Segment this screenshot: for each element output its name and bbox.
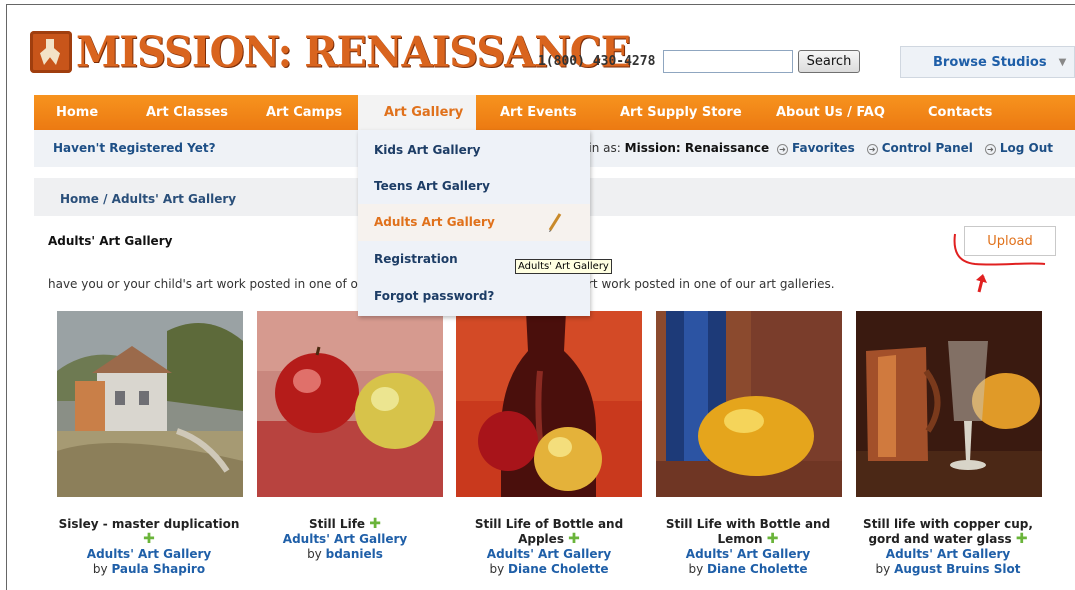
search-input[interactable]	[663, 50, 793, 73]
add-favorite-icon[interactable]: ✚	[1016, 531, 1028, 547]
tooltip: Adults' Art Gallery	[515, 259, 612, 274]
page-title: Adults' Art Gallery	[48, 234, 173, 248]
artwork-caption-2: Still Life ✚ Adults' Art Gallery by bdan…	[250, 517, 440, 562]
pencil-cursor-icon	[548, 213, 562, 232]
intro-text-left: have you or your child's art work posted…	[48, 277, 366, 291]
arrow-right-icon: ➜	[984, 144, 996, 155]
logo-text: MISSION: RENAISSANCE	[76, 27, 631, 77]
search-button[interactable]: Search	[798, 50, 860, 73]
artwork-title-4[interactable]: Still Life with Bottle and Lemon ✚	[653, 517, 843, 547]
artwork-author-5: by August Bruins Slot	[853, 562, 1043, 577]
logged-user: Mission: Renaissance	[624, 141, 770, 155]
artwork-thumbnail-1[interactable]	[57, 311, 243, 497]
artwork-gallery-link-3[interactable]: Adults' Art Gallery	[454, 547, 644, 562]
menu-item-kids-art-gallery[interactable]: Kids Art Gallery	[358, 132, 590, 169]
artwork-thumbnail-3[interactable]	[456, 311, 642, 497]
site-logo[interactable]: MISSION: RENAISSANCE	[30, 26, 631, 78]
add-favorite-icon[interactable]: ✚	[369, 516, 381, 532]
menu-item-forgot-password[interactable]: Forgot password?	[358, 278, 590, 315]
nav-art-gallery[interactable]: Art Gallery	[358, 95, 476, 130]
nav-art-camps[interactable]: Art Camps	[266, 95, 342, 130]
log-out-link[interactable]: ➜ Log Out	[984, 141, 1054, 155]
artwork-author-2: by bdaniels	[250, 547, 440, 562]
by-prefix: by	[688, 562, 704, 576]
artwork-title-text: Still life with copper cup, gord and wat…	[863, 517, 1033, 546]
artwork-title-5[interactable]: Still life with copper cup, gord and wat…	[853, 517, 1043, 547]
arrow-right-icon: ➜	[777, 144, 788, 155]
phone-number: 1(800) 430-4278	[538, 54, 656, 69]
artwork-title-3[interactable]: Still Life of Bottle and Apples ✚	[454, 517, 644, 547]
intro-text-right: rt work posted in one of our art galleri…	[588, 277, 835, 291]
author-link[interactable]: Paula Shapiro	[111, 562, 205, 576]
artwork-author-3: by Diane Cholette	[454, 562, 644, 577]
artwork-caption-4: Still Life with Bottle and Lemon ✚ Adult…	[653, 517, 843, 577]
not-registered-link[interactable]: Haven't Registered Yet?	[53, 141, 216, 155]
red-annotation-mark	[953, 233, 1046, 293]
favorites-label: Favorites	[792, 141, 855, 155]
main-nav: Home Art Classes Art Camps Art Gallery A…	[34, 95, 1075, 130]
breadcrumb[interactable]: Home / Adults' Art Gallery	[60, 192, 236, 206]
nav-contacts[interactable]: Contacts	[928, 95, 992, 130]
artwork-gallery-link-4[interactable]: Adults' Art Gallery	[653, 547, 843, 562]
by-prefix: by	[307, 547, 322, 561]
author-link[interactable]: Diane Cholette	[707, 562, 808, 576]
artwork-thumbnail-5[interactable]	[856, 311, 1042, 497]
artwork-author-1: by Paula Shapiro	[54, 562, 244, 577]
artwork-caption-5: Still life with copper cup, gord and wat…	[853, 517, 1043, 577]
artwork-title-2[interactable]: Still Life ✚	[250, 517, 440, 532]
artwork-title-1[interactable]: Sisley - master duplication ✚	[54, 517, 244, 547]
artwork-author-4: by Diane Cholette	[653, 562, 843, 577]
nav-home[interactable]: Home	[56, 95, 98, 130]
artwork-caption-1: Sisley - master duplication ✚ Adults' Ar…	[54, 517, 244, 577]
by-prefix: by	[875, 562, 891, 576]
nav-art-events[interactable]: Art Events	[500, 95, 577, 130]
by-prefix: by	[92, 562, 108, 576]
artwork-thumbnail-2[interactable]	[257, 311, 443, 497]
arrow-right-icon: ➜	[866, 144, 878, 155]
artwork-thumbnail-4[interactable]	[656, 311, 842, 497]
menu-item-teens-art-gallery[interactable]: Teens Art Gallery	[358, 168, 590, 205]
author-link[interactable]: Diane Cholette	[508, 562, 609, 576]
artwork-title-text: Sisley - master duplication	[58, 517, 240, 531]
artwork-title-text: Still Life	[309, 517, 366, 531]
artwork-title-text: Still Life of Bottle and Apples	[474, 517, 624, 546]
artwork-title-text: Still Life with Bottle and Lemon	[665, 517, 831, 546]
nav-art-classes[interactable]: Art Classes	[146, 95, 228, 130]
control-panel-link[interactable]: ➜ Control Panel	[866, 141, 973, 155]
control-panel-label: Control Panel	[881, 141, 973, 155]
nav-art-supply-store[interactable]: Art Supply Store	[620, 95, 742, 130]
artwork-gallery-link-1[interactable]: Adults' Art Gallery	[54, 547, 244, 562]
by-prefix: by	[489, 562, 505, 576]
add-favorite-icon[interactable]: ✚	[143, 531, 155, 547]
logo-emblem-icon	[30, 31, 72, 73]
nav-about-faq[interactable]: About Us / FAQ	[776, 95, 885, 130]
author-link[interactable]: bdaniels	[326, 547, 383, 561]
user-links: ➜ Favorites ➜ Control Panel ➜ Log Out	[777, 141, 1053, 155]
browse-studios-label: Browse Studios	[933, 54, 1047, 70]
artwork-gallery-link-5[interactable]: Adults' Art Gallery	[853, 547, 1043, 562]
author-link[interactable]: August Bruins Slot	[894, 562, 1020, 576]
logged-in-status: d in as: Mission: Renaissance	[577, 141, 769, 155]
artwork-gallery-link-2[interactable]: Adults' Art Gallery	[250, 532, 440, 547]
artwork-caption-3: Still Life of Bottle and Apples ✚ Adults…	[454, 517, 644, 577]
chevron-down-icon: ▼	[1058, 56, 1067, 68]
add-favorite-icon[interactable]: ✚	[767, 531, 779, 547]
favorites-link[interactable]: ➜ Favorites	[777, 141, 855, 155]
log-out-label: Log Out	[999, 141, 1054, 155]
browse-studios-dropdown[interactable]: Browse Studios ▼	[900, 46, 1075, 78]
add-favorite-icon[interactable]: ✚	[568, 531, 580, 547]
